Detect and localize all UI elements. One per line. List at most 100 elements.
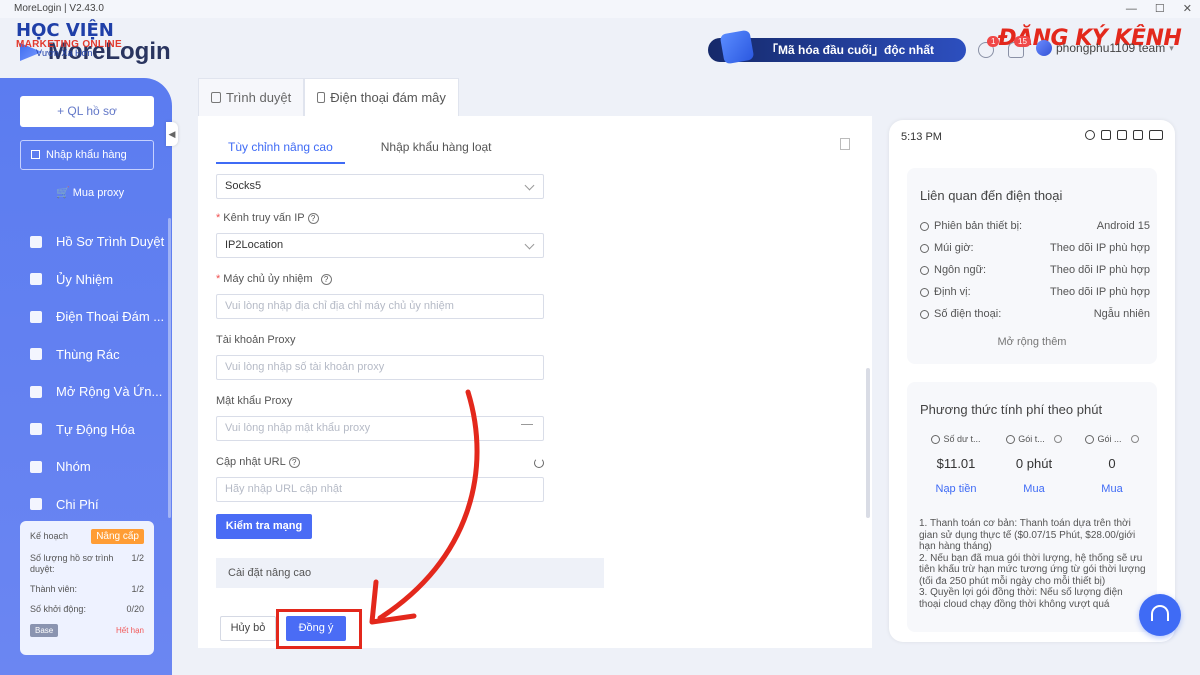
tab-cloud-phone[interactable]: Điện thoại đám mây: [304, 78, 459, 116]
sidebar-item-label: Nhóm: [56, 459, 91, 475]
new-profile-button[interactable]: + QL hồ sơ: [20, 96, 154, 127]
cloud-phone-preview: 5:13 PM Liên quan đến điện thoại Phiên b…: [889, 120, 1175, 642]
billing-title: Phương thức tính phí theo phút: [920, 402, 1103, 417]
proxy-password-input[interactable]: Vui lòng nhập mật khẩu proxy: [216, 416, 544, 441]
package-icon: [1085, 434, 1095, 444]
phone-icon: [920, 309, 929, 319]
phone-icon: [317, 92, 326, 103]
col-header: Số dư t...: [943, 434, 981, 444]
proxy-host-label-text: Máy chủ ủy nhiệm: [223, 273, 313, 285]
radio-button[interactable]: [1130, 435, 1139, 443]
tab-label: Điện thoại đám mây: [330, 90, 446, 105]
minimize-icon[interactable]: —: [1126, 0, 1137, 18]
cart-icon: 🛒: [56, 187, 70, 199]
document-icon[interactable]: [840, 138, 850, 150]
buy-link[interactable]: Mua: [995, 483, 1073, 495]
refresh-url-input[interactable]: Hãy nhập URL cập nhật: [216, 477, 544, 502]
ok-button-highlight: [276, 609, 362, 649]
username: phongphu1109 team: [1056, 41, 1166, 55]
proxy-password-placeholder: Vui lòng nhập mật khẩu proxy: [225, 422, 371, 434]
radio-button[interactable]: [1053, 435, 1062, 443]
plan-launches-value: 0/20: [126, 604, 144, 614]
advanced-settings-section[interactable]: Cài đặt nâng cao: [216, 558, 604, 588]
watermark-brand-hv: HỌC VIỆN: [16, 20, 114, 41]
headset-icon: [1151, 605, 1169, 621]
sidebar-item-proxy[interactable]: Ủy Nhiệm: [0, 261, 172, 299]
question-icon[interactable]: ?: [307, 213, 319, 224]
tab-browser[interactable]: Trình duyệt: [198, 78, 305, 116]
buy-proxy-link[interactable]: 🛒 Mua proxy: [56, 186, 124, 199]
check-network-button[interactable]: Kiểm tra mạng: [216, 514, 312, 539]
form-scrollbar[interactable]: [866, 368, 870, 518]
eye-icon[interactable]: [521, 424, 533, 432]
location-row: Định vị: Theo dõi IP phù hợp: [920, 286, 1150, 298]
concurrent-value: 0: [1108, 456, 1116, 471]
sidebar-item-browser-profiles[interactable]: Hồ Sơ Trình Duyệt: [0, 223, 172, 261]
ip-channel-select[interactable]: IP2Location: [216, 233, 544, 258]
upgrade-button[interactable]: Nâng cấp: [91, 529, 144, 544]
col-header: Gói ...: [1097, 434, 1122, 444]
sidebar-item-label: Chi Phí: [56, 496, 99, 512]
cancel-button[interactable]: Hủy bỏ: [220, 616, 276, 641]
import-profiles-button[interactable]: Nhập khẩu hàng: [20, 140, 154, 170]
chevron-down-icon: [524, 180, 535, 191]
question-icon[interactable]: ?: [320, 274, 332, 285]
sidebar-item-label: Mở Rộng Và Ứn...: [56, 384, 163, 400]
sidebar-nav: Hồ Sơ Trình Duyệt Ủy Nhiệm Điện Thoại Đá…: [0, 223, 172, 523]
device-icon: [920, 221, 929, 231]
ip-channel-label-text: Kênh truy vấn IP: [223, 212, 305, 224]
package-icon: [1006, 434, 1016, 444]
user-menu[interactable]: phongphu1109 team ▾: [1036, 40, 1174, 56]
sidebar-item-group[interactable]: Nhóm: [0, 448, 172, 486]
support-button[interactable]: [1139, 594, 1181, 636]
close-icon[interactable]: ✕: [1183, 0, 1192, 18]
tab-bulk-import[interactable]: Nhập khẩu hàng loạt: [369, 132, 504, 164]
language-row: Ngôn ngữ: Theo dõi IP phù hợp: [920, 264, 1150, 276]
phone-settings-title: Liên quan đến điện thoại: [920, 188, 1063, 203]
automation-icon: [30, 423, 42, 436]
sidebar-item-automation[interactable]: Tự Động Hóa: [0, 411, 172, 449]
browser-profile-icon: [30, 235, 42, 248]
question-icon[interactable]: ?: [288, 457, 300, 468]
row-key: Múi giờ:: [934, 242, 974, 254]
timezone-row: Múi giờ: Theo dõi IP phù hợp: [920, 242, 1150, 254]
refresh-icon[interactable]: [534, 458, 544, 468]
top-up-link[interactable]: Nạp tiền: [917, 483, 995, 495]
tab-advanced-custom[interactable]: Tùy chỉnh nâng cao: [216, 132, 345, 164]
sidebar-item-label: Hồ Sơ Trình Duyệt: [56, 234, 165, 250]
sidebar-item-trash[interactable]: Thùng Rác: [0, 336, 172, 374]
shield-icon: [719, 29, 755, 65]
signal-icon: [1133, 130, 1143, 140]
buy-link[interactable]: Mua: [1073, 483, 1151, 495]
plan-profiles-value: 1/2: [131, 553, 144, 563]
plan-label: Kế hoạch: [30, 531, 69, 541]
row-value: Theo dõi IP phù hợp: [1050, 242, 1150, 254]
sidebar-item-extensions[interactable]: Mở Rộng Và Ứn...: [0, 373, 172, 411]
battery-icon: [1149, 130, 1163, 140]
phone-status-icons: [1085, 130, 1163, 140]
sidebar-item-billing[interactable]: Chi Phí: [0, 486, 172, 524]
phone-settings-card: Liên quan đến điện thoại Phiên bản thiết…: [907, 168, 1157, 364]
duration-package-col: Gói t... 0 phút Mua: [995, 434, 1073, 495]
chevron-down-icon: [524, 239, 535, 250]
row-key: Số điện thoại:: [934, 308, 1002, 320]
proxy-icon: [30, 273, 42, 286]
expand-more-link[interactable]: Mở rộng thêm: [907, 336, 1157, 348]
plan-card: Kế hoạch Nâng cấp Số lượng hồ sơ trình du…: [20, 521, 154, 655]
wallet-icon: [931, 434, 941, 444]
proxy-account-input[interactable]: Vui lòng nhập số tài khoản proxy: [216, 355, 544, 380]
encryption-promo-banner[interactable]: 「Mã hóa đầu cuối」độc nhất: [708, 29, 966, 65]
phone-time: 5:13 PM: [901, 131, 942, 143]
billing-options: Số dư t... $11.01 Nạp tiền Gói t... 0 ph…: [917, 434, 1153, 495]
sidebar-item-cloud-phone[interactable]: Điện Thoại Đám ...: [0, 298, 172, 336]
plan-expired: Hết hạn: [115, 626, 144, 635]
maximize-icon[interactable]: ☐: [1155, 0, 1165, 18]
proxy-host-label: * Máy chủ ủy nhiệm?: [216, 273, 332, 285]
billing-card: Phương thức tính phí theo phút Số dư t..…: [907, 382, 1157, 632]
proxy-type-select[interactable]: Socks5: [216, 174, 544, 199]
extension-icon: [30, 385, 42, 398]
proxy-host-input[interactable]: Vui lòng nhập địa chỉ địa chỉ máy chủ ủy…: [216, 294, 544, 319]
ip-channel-label: * Kênh truy vấn IP?: [216, 212, 319, 224]
collapse-sidebar-button[interactable]: ◀: [166, 122, 178, 146]
group-icon: [30, 460, 42, 473]
